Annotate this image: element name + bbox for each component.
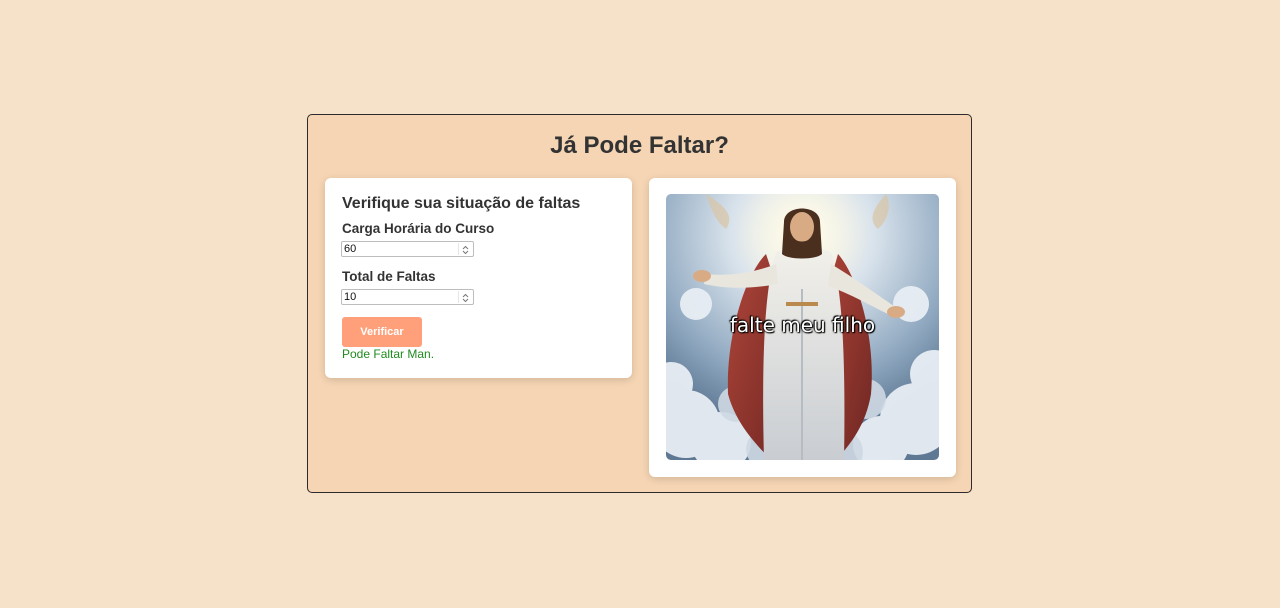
absences-label: Total de Faltas: [342, 269, 436, 284]
page-title: Já Pode Faltar?: [550, 132, 729, 159]
course-hours-input[interactable]: 60: [341, 241, 474, 257]
absences-spinner[interactable]: [458, 291, 472, 303]
jesus-meme-image: falte meu filho: [666, 194, 939, 460]
course-hours-spinner[interactable]: [458, 243, 472, 255]
course-hours-value: 60: [344, 243, 357, 255]
form-heading: Verifique sua situação de faltas: [342, 195, 581, 212]
absences-value: 10: [344, 291, 357, 303]
meme-card: falte meu filho: [649, 178, 956, 477]
spinner-arrows-icon: [462, 245, 469, 255]
main-panel: Já Pode Faltar? Verifique sua situação d…: [307, 114, 972, 493]
spinner-arrows-icon: [462, 293, 469, 303]
course-hours-label: Carga Horária do Curso: [342, 221, 495, 236]
result-message: Pode Faltar Man.: [342, 347, 435, 361]
absences-input[interactable]: 10: [341, 289, 474, 305]
absence-form-card: Verifique sua situação de faltas Carga H…: [325, 178, 632, 378]
meme-caption: falte meu filho: [729, 313, 876, 337]
verify-button[interactable]: Verificar: [342, 317, 422, 347]
